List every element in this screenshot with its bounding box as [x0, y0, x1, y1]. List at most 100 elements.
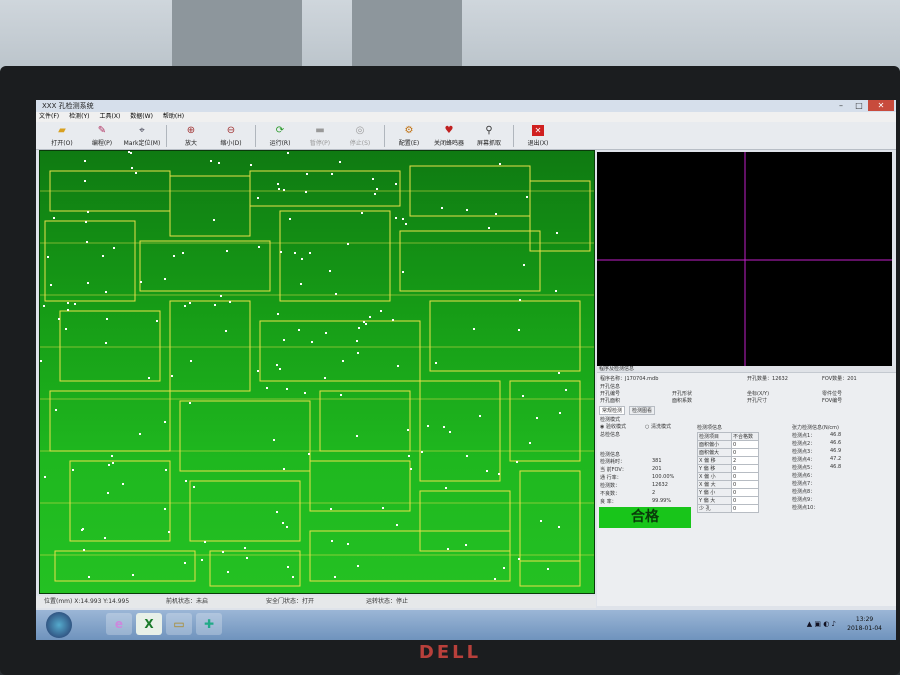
stencil-hole — [213, 219, 215, 221]
menu-detect[interactable]: 检测(Y) — [69, 112, 89, 122]
start-button[interactable] — [46, 612, 72, 638]
stencil-hole — [246, 557, 248, 559]
tension-label: 检测点4： — [792, 457, 816, 463]
stencil-hole — [108, 464, 110, 466]
stencil-hole — [306, 173, 308, 175]
menu-file[interactable]: 文件(F) — [39, 112, 59, 122]
stencil-hole — [365, 323, 367, 325]
status-bar: 位置(mm) X:14.993 Y:14.995 前机状态：未启 安全门状态：打… — [36, 596, 596, 608]
program-button[interactable]: ✎ 编程(P) — [82, 122, 122, 150]
items-row: X 偏 大0 — [697, 480, 759, 489]
stencil-hole — [421, 451, 423, 453]
stencil-hole — [273, 439, 275, 441]
folder-icon: ▰ — [58, 125, 66, 136]
tab-detect-view[interactable]: 检测图看 — [629, 406, 656, 415]
stencil-hole — [427, 425, 429, 427]
stencil-hole — [519, 299, 521, 301]
taskbar-app-icon[interactable]: ✚ — [196, 613, 222, 635]
taskbar-excel-icon[interactable]: X — [136, 613, 162, 635]
stencil-layout-view[interactable] — [39, 150, 595, 594]
stencil-hole — [193, 486, 195, 488]
exit-icon: ✕ — [532, 125, 544, 136]
summary-header: 总检信息 — [600, 432, 621, 438]
tension-value: 47.2 — [830, 456, 842, 462]
tension-row: 检测点5： 46.8 — [792, 464, 841, 471]
stencil-hole — [43, 305, 45, 307]
close-button[interactable]: ✕ — [868, 100, 894, 111]
stat-row: 通 行率： 100.00% — [600, 474, 674, 481]
menu-help[interactable]: 帮助(H) — [163, 112, 184, 122]
stencil-hole — [335, 293, 337, 295]
stencil-hole — [473, 328, 475, 330]
stencil-hole — [65, 328, 67, 330]
stencil-hole — [112, 462, 114, 464]
taskbar-ie-icon[interactable]: e — [106, 613, 132, 635]
tension-row: 检测点9： — [792, 496, 815, 503]
stencil-hole — [171, 375, 173, 377]
pause-button[interactable]: ▬ 暂停(P) — [300, 122, 340, 150]
zoom-in-button[interactable]: ⊕ 放大 — [171, 122, 211, 150]
mode-clean-radio[interactable]: ○ 清洗模式 — [645, 423, 671, 430]
item-name: X 偏 大 — [697, 480, 732, 489]
buzzer-off-button[interactable]: ♥ 关闭蜂鸣器 — [429, 122, 469, 150]
taskbar-folder-icon[interactable]: ▭ — [166, 613, 192, 635]
stencil-hole — [526, 196, 528, 198]
taskbar-clock[interactable]: 13:29 2018-01-04 — [847, 615, 882, 633]
stencil-hole — [227, 571, 229, 573]
config-button[interactable]: ⚙ 配置(E) — [389, 122, 429, 150]
stencil-hole — [294, 252, 296, 254]
stencil-hole — [113, 247, 115, 249]
stencil-hole — [189, 302, 191, 304]
zoom-out-button[interactable]: ⊖ 缩小(D) — [211, 122, 251, 150]
exit-button[interactable]: ✕ 退出(X) — [518, 122, 558, 150]
stat-row: 检测数： 12632 — [600, 482, 668, 489]
zoom-in-icon: ⊕ — [186, 125, 196, 136]
part-no-label: 零件位号 — [822, 391, 843, 397]
run-button[interactable]: ⟳ 运行(R) — [260, 122, 300, 150]
stencil-outline — [319, 390, 411, 452]
stencil-hole — [503, 567, 505, 569]
screen-capture-button[interactable]: ⚲ 屏幕抓取 — [469, 122, 509, 150]
stencil-hole — [84, 160, 86, 162]
stencil-hole — [44, 476, 46, 478]
minimize-button[interactable]: – — [832, 100, 850, 111]
items-row: Y 偏 大0 — [697, 496, 759, 505]
stencil-hole — [218, 162, 220, 164]
mode-clean-label: 清洗模式 — [650, 424, 671, 430]
stencil-outline — [139, 240, 271, 292]
items-row: Y 偏 移0 — [697, 464, 759, 473]
system-tray[interactable]: ▲ ▣ ◐ ♪ — [807, 620, 836, 628]
menu-tools[interactable]: 工具(X) — [100, 112, 121, 122]
clock-date: 2018-01-04 — [847, 625, 882, 632]
buzzer-icon: ♥ — [444, 125, 454, 136]
tension-label: 检测点1： — [792, 433, 816, 439]
menu-data[interactable]: 数据(W) — [130, 112, 153, 122]
stencil-hole — [465, 544, 467, 546]
tab-normal-detect[interactable]: 常规检测 — [599, 406, 626, 415]
stencil-outline — [54, 550, 196, 582]
stencil-hole — [292, 576, 294, 578]
item-value: 0 — [731, 488, 759, 497]
mode-accept-radio[interactable]: ◉ 验收模式 — [600, 423, 626, 430]
stencil-hole — [395, 217, 397, 219]
open-button[interactable]: ▰ 打开(O) — [42, 122, 82, 150]
maximize-button[interactable]: □ — [850, 100, 868, 111]
stencil-hole — [547, 568, 549, 570]
stencil-outline-canvas — [40, 151, 594, 587]
tension-label: 检测点3： — [792, 449, 816, 455]
stencil-hole — [565, 389, 567, 391]
stencil-hole — [410, 468, 412, 470]
stencil-hole — [72, 469, 74, 471]
stencil-hole — [164, 278, 166, 280]
stat-row: 当 前FOV： 201 — [600, 466, 662, 473]
stencil-hole — [559, 412, 561, 414]
stencil-hole — [122, 483, 124, 485]
stencil-hole — [357, 352, 359, 354]
stat-value: 381 — [652, 458, 662, 464]
hole-count-label: 开孔数量： — [747, 376, 773, 382]
toolbar-separator — [166, 125, 167, 147]
stop-button[interactable]: ◎ 停止(S) — [340, 122, 380, 150]
mark-locate-button[interactable]: ⌖ Mark定位(M) — [122, 122, 162, 150]
stencil-outline — [49, 390, 171, 452]
stencil-hole — [556, 232, 558, 234]
